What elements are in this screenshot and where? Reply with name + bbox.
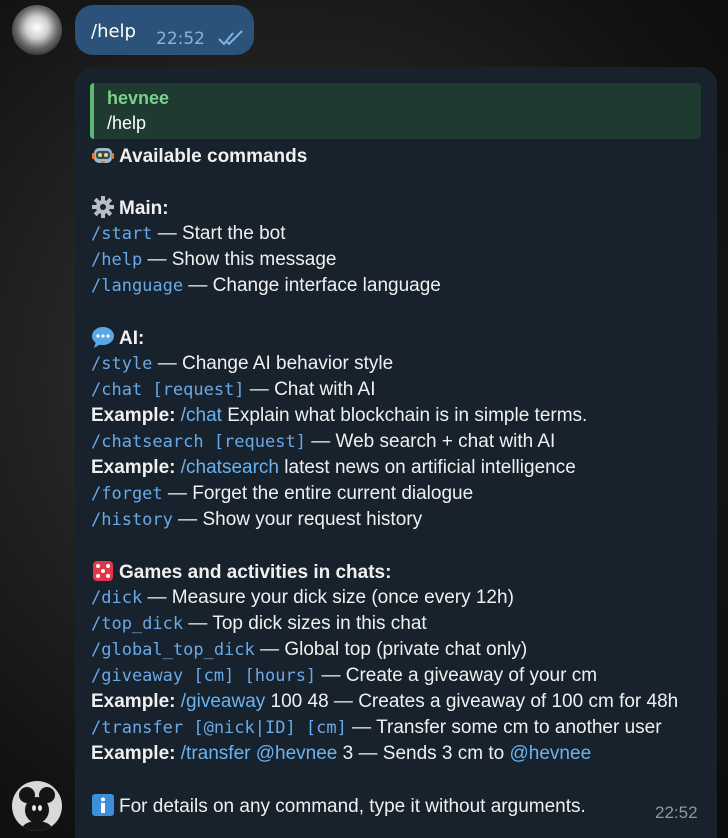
command-link[interactable]: /chatsearch [request] [91,432,306,452]
command-link[interactable]: /help [91,250,142,270]
example-line: Example: /chat Explain what blockchain i… [91,405,588,426]
speech-bubble-icon [91,325,115,349]
command-line: /history — Show your request history [91,509,423,530]
example-line: Example: /transfer @hevnee 3 — Sends 3 c… [91,743,592,764]
command-link[interactable]: /dick [91,588,142,608]
command-line: /transfer [@nick|ID] [cm] — Transfer som… [91,717,662,738]
robot-icon [91,143,115,167]
example-line: Example: /chatsearch latest news on arti… [91,457,576,478]
command-link[interactable]: /history [91,510,173,530]
command-line: /forget — Forget the entire current dial… [91,483,474,504]
command-link[interactable]: /chat [request] [91,380,245,400]
outgoing-message[interactable]: /help 22:52 [75,5,254,55]
command-link[interactable]: /transfer [181,743,251,764]
gear-icon [91,195,115,219]
command-link[interactable]: /chat [181,405,222,426]
reply-author: hevnee [107,88,170,108]
command-line: /start — Start the bot [91,223,286,244]
example-line: Example: /giveaway 100 48 — Creates a gi… [91,691,679,712]
section-games-heading: Games and activities in chats: [91,559,711,585]
command-link[interactable]: /giveaway [cm] [hours] [91,666,316,686]
reply-quote[interactable]: hevnee /help [90,83,701,139]
command-link[interactable]: /global_top_dick [91,640,255,660]
command-link[interactable]: /chatsearch [181,457,279,478]
section-main-heading: Main: [91,195,711,221]
info-icon [91,793,115,817]
command-line: /dick — Measure your dick size (once eve… [91,587,514,608]
command-line: /giveaway [cm] [hours] — Create a giveaw… [91,665,598,686]
command-line: /language — Change interface language [91,275,441,296]
incoming-message[interactable]: hevnee /help Available commands Main: /s… [75,67,717,838]
command-link[interactable]: /style [91,354,152,374]
command-link[interactable]: /start [91,224,152,244]
user-avatar[interactable] [12,5,62,55]
command-link[interactable]: /giveaway [181,691,266,712]
outgoing-message-text: /help [91,21,136,42]
incoming-message-time: 22:52 [655,803,698,822]
double-check-icon [218,30,243,46]
message-body: Available commands Main: /start — Start … [91,143,711,819]
commands-title: Available commands [91,143,711,169]
command-line: /top_dick — Top dick sizes in this chat [91,613,427,634]
dice-icon [91,559,115,583]
command-line: /chat [request] — Chat with AI [91,379,376,400]
command-link[interactable]: /forget [91,484,163,504]
section-ai-heading: AI: [91,325,711,351]
command-line: /style — Change AI behavior style [91,353,394,374]
command-line: /global_top_dick — Global top (private c… [91,639,528,660]
command-link[interactable]: /transfer [@nick|ID] [cm] [91,718,347,738]
reply-text: /help [107,113,147,133]
outgoing-message-time: 22:52 [156,29,205,49]
bot-avatar[interactable] [12,781,62,831]
mention-link[interactable]: @hevnee [510,743,592,764]
command-link[interactable]: /language [91,276,183,296]
mention-link[interactable]: @hevnee [256,743,338,764]
command-line: /help — Show this message [91,249,337,270]
command-line: /chatsearch [request] — Web search + cha… [91,431,556,452]
footer-line: For details on any command, type it with… [91,793,711,819]
command-link[interactable]: /top_dick [91,614,183,634]
